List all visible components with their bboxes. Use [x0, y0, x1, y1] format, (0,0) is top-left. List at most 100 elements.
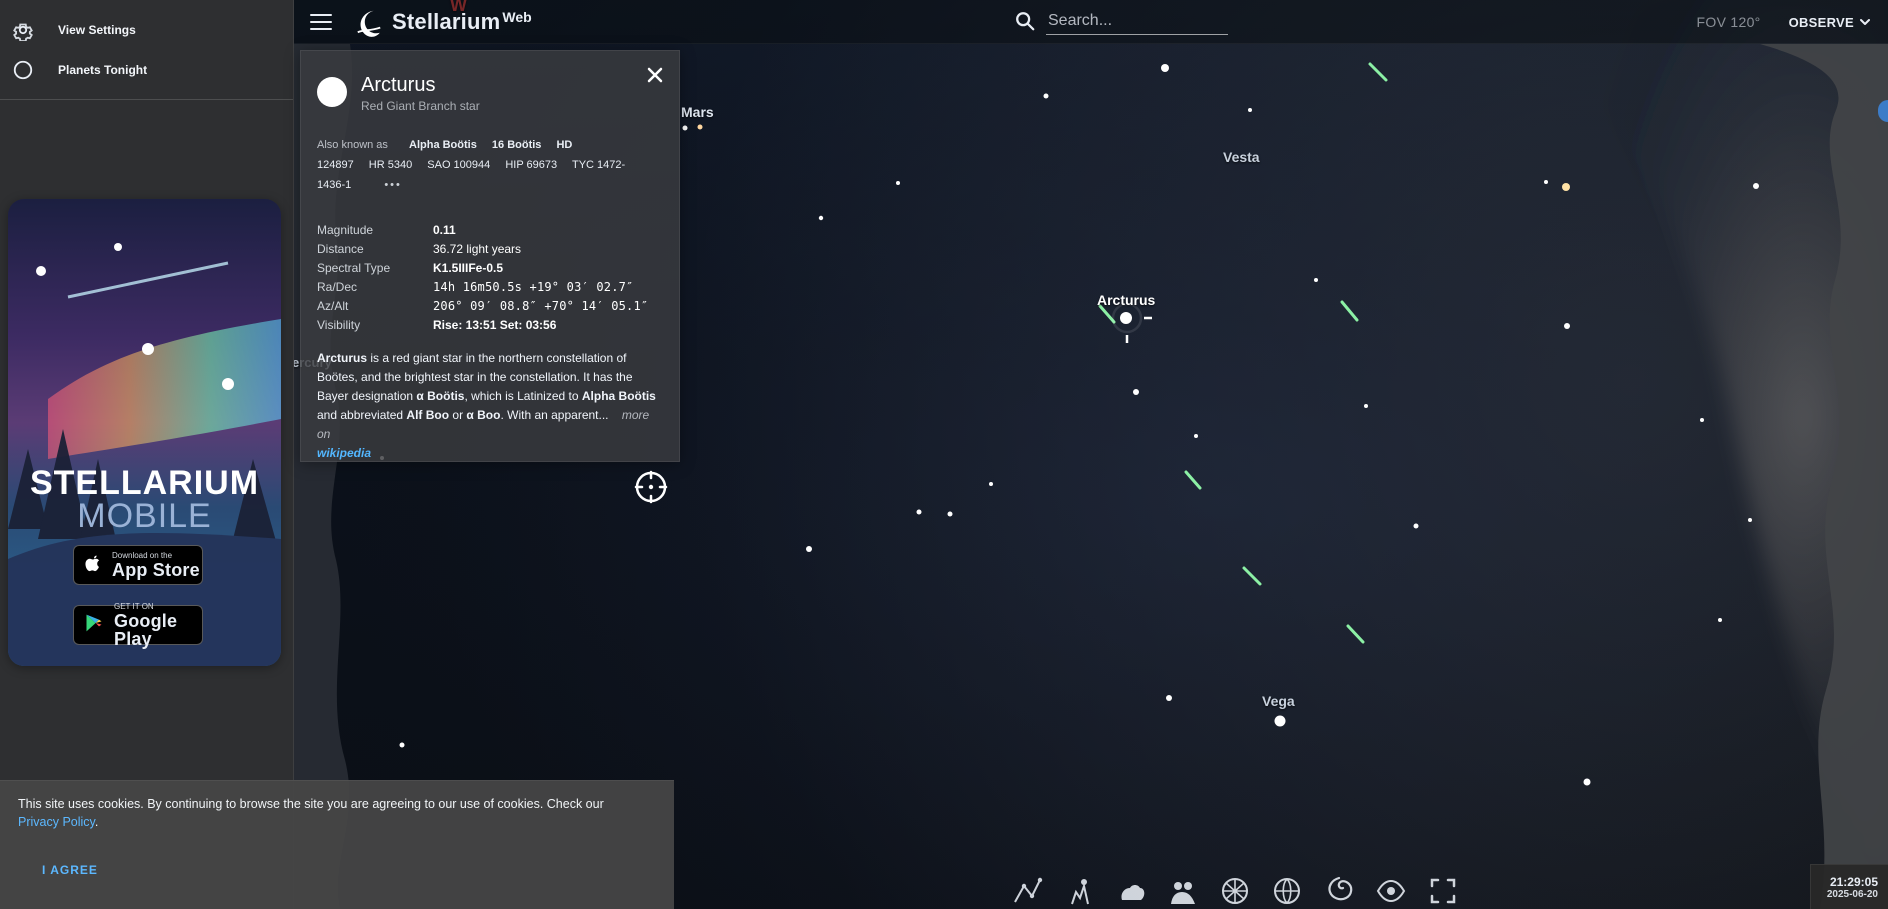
aka-name: TYC 1472- [571, 159, 626, 171]
star [1413, 523, 1419, 529]
sidebar-item-label: View Settings [58, 23, 136, 37]
app-title: Stellarium Web [392, 9, 532, 35]
desc-part: α Boötis [416, 389, 465, 403]
property-row: Distance 36.72 light years [317, 240, 663, 259]
cookie-text-prefix: This site uses cookies. By continuing to… [18, 797, 604, 811]
desc-part: and abbreviated [317, 408, 407, 422]
top-bar-right: FOV 120° OBSERVE [1697, 0, 1870, 44]
google-play-button[interactable]: GET IT ON Google Play [73, 602, 203, 648]
google-play-big: Google Play [114, 611, 178, 649]
top-bar: StellariumWeb FOV 120° OBSERVE [294, 0, 1888, 44]
cookie-banner: This site uses cookies. By continuing to… [0, 780, 674, 909]
google-play-text: GET IT ON Google Play [114, 602, 202, 648]
star [1314, 278, 1318, 282]
property-row: Az/Alt 206° 09′ 08.8″ +70° 14′ 05.1″ [317, 297, 663, 316]
sidebar-menu: View Settings Planets Tonight [0, 0, 293, 90]
star [399, 742, 405, 748]
star [896, 181, 900, 185]
bottom-toolbar [1010, 872, 1460, 909]
fullscreen-icon[interactable] [1426, 874, 1460, 908]
aka-name: Alpha Boötis [409, 139, 477, 151]
app-brand[interactable]: Stellarium Web [354, 7, 532, 37]
stellarium-web-app: Mars Vesta Arcturus Vega ercury W View S… [0, 0, 1888, 909]
aka-more-button[interactable]: ••• [384, 175, 402, 195]
app-title-main: Stellarium [392, 8, 501, 34]
promo-star [142, 343, 154, 355]
deep-sky-icon[interactable] [1322, 874, 1356, 908]
star [806, 546, 812, 552]
property-key: Visibility [317, 318, 361, 332]
aka-name: 124897 [317, 159, 354, 171]
sidebar-item-label: Planets Tonight [58, 63, 148, 77]
promo-star [114, 243, 122, 251]
search-input[interactable] [1046, 7, 1228, 35]
object-type: Red Giant Branch star [361, 99, 480, 113]
aka-name: SAO 100944 [427, 159, 491, 171]
property-value: 14h 16m50.5s +19° 03′ 02.7″ [433, 280, 634, 294]
time-display[interactable]: 21:29:05 2025-06-20 [1810, 864, 1888, 909]
object-properties: Magnitude 0.11 Distance 36.72 light year… [317, 221, 663, 335]
desc-part: or [449, 408, 467, 422]
sidebar-item-planets-tonight[interactable]: Planets Tonight [0, 50, 293, 90]
property-value: 206° 09′ 08.8″ +70° 14′ 05.1″ [433, 299, 649, 313]
app-store-big: App Store [112, 560, 200, 580]
property-value: Rise: 13:51 Set: 03:56 [433, 318, 557, 332]
star [1718, 618, 1722, 622]
promo-star [222, 378, 234, 390]
wikipedia-link[interactable]: wikipedia [317, 446, 371, 460]
star [916, 509, 922, 515]
star [1248, 108, 1252, 112]
star [682, 125, 688, 131]
star [947, 511, 953, 517]
constellation-lines-icon[interactable] [1010, 874, 1044, 908]
privacy-policy-link[interactable]: Privacy Policy [18, 815, 95, 829]
atmosphere-icon[interactable] [1114, 874, 1148, 908]
target-crosshair-icon[interactable] [634, 470, 668, 504]
night-mode-icon[interactable] [1374, 874, 1408, 908]
sidebar-item-view-settings[interactable]: View Settings [0, 10, 293, 50]
constellation-art-icon[interactable] [1062, 874, 1096, 908]
desc-part: Alpha Boötis [581, 389, 656, 403]
aka-name: 16 Boötis [491, 139, 542, 151]
i-agree-button[interactable]: I AGREE [42, 863, 98, 877]
equatorial-grid-icon[interactable] [1270, 874, 1304, 908]
promo-subtitle: MOBILE [77, 497, 212, 535]
apple-icon [84, 554, 102, 577]
circle-icon [12, 59, 34, 81]
fov-indicator: FOV 120° [1696, 14, 1761, 30]
property-row: Ra/Dec 14h 16m50.5s +19° 03′ 02.7″ [317, 278, 663, 297]
cookie-text-suffix: . [94, 815, 99, 829]
menu-icon-line [310, 13, 332, 16]
property-row: Spectral Type K1.5IIIFe-0.5 [317, 259, 663, 278]
property-value: 0.11 [433, 223, 456, 237]
star [1274, 715, 1286, 727]
close-icon[interactable] [645, 65, 665, 85]
stellarium-mobile-promo[interactable]: STELLARIUM MOBILE Download on the App St… [8, 199, 281, 666]
aka-label: Also known as [317, 139, 388, 151]
menu-icon[interactable] [310, 13, 332, 30]
star [1700, 418, 1704, 422]
app-store-button[interactable]: Download on the App Store [73, 545, 203, 585]
aka-name: HIP 69673 [505, 159, 558, 171]
star [1364, 404, 1368, 408]
desc-part: Alf Boo [406, 408, 450, 422]
menu-icon-line [310, 20, 332, 23]
star [989, 482, 993, 486]
azimuthal-grid-icon[interactable] [1218, 874, 1252, 908]
landscape-icon[interactable] [1166, 874, 1200, 908]
aka-name: 1436-1 [317, 179, 352, 191]
object-description: Arcturus is a red giant star in the nort… [317, 349, 663, 463]
search-icon [1016, 12, 1035, 31]
star [1161, 64, 1169, 72]
star [1564, 323, 1570, 329]
star [1753, 183, 1759, 189]
play-store-icon [84, 613, 104, 638]
object-type-icon [317, 77, 347, 107]
top-bar-left: Stellarium Web [310, 7, 532, 37]
gear-icon [12, 19, 34, 41]
observe-dropdown[interactable]: OBSERVE [1789, 15, 1870, 30]
property-key: Spectral Type [317, 261, 391, 275]
moon-logo-icon [357, 10, 381, 37]
object-info-panel: Arcturus Red Giant Branch star Also know… [300, 50, 680, 462]
property-row: Magnitude 0.11 [317, 221, 663, 240]
